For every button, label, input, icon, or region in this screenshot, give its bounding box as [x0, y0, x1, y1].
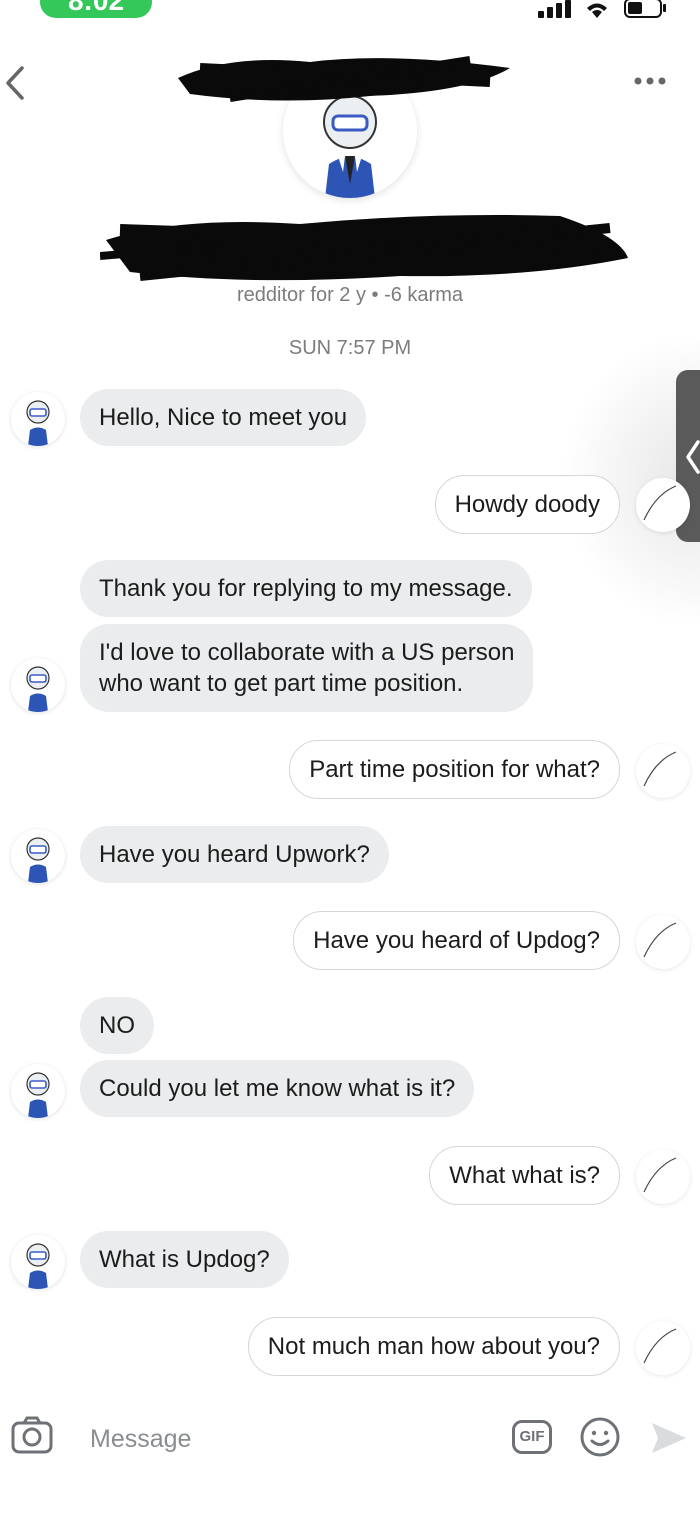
- read-receipt: [636, 1321, 690, 1375]
- more-options-button[interactable]: [630, 68, 670, 94]
- snoo-avatar-icon: [26, 1072, 50, 1118]
- redacted-display-name: [100, 215, 628, 281]
- sender-avatar[interactable]: [11, 392, 65, 446]
- message-bubble-outgoing[interactable]: Not much man how about you?: [247, 1317, 620, 1376]
- message-bubble-incoming[interactable]: I'd love to collaborate with a US person…: [80, 624, 534, 712]
- read-receipt: [636, 744, 690, 798]
- snoo-avatar-icon: [26, 1243, 50, 1289]
- message-bubble-incoming[interactable]: Could you let me know what is it?: [80, 1060, 475, 1117]
- signal-icon: [538, 0, 571, 18]
- sender-avatar[interactable]: [11, 1235, 65, 1289]
- status-time: 8:02: [40, 0, 152, 18]
- message-bubble-incoming[interactable]: Thank you for replying to my message.: [80, 560, 532, 617]
- message-bubble-outgoing[interactable]: Part time position for what?: [289, 740, 620, 799]
- read-receipt: [636, 1150, 690, 1204]
- message-bubble-incoming[interactable]: Hello, Nice to meet you: [80, 389, 367, 446]
- message-bubble-outgoing[interactable]: Have you heard of Updog?: [293, 911, 620, 970]
- chevron-left-icon: [686, 440, 700, 474]
- redacted-username: [178, 56, 510, 102]
- read-receipt: [636, 478, 690, 532]
- sender-avatar[interactable]: [11, 658, 65, 712]
- battery-icon: [624, 0, 666, 18]
- message-bubble-incoming[interactable]: What is Updog?: [80, 1231, 289, 1288]
- snoo-avatar-icon: [26, 400, 50, 446]
- message-bubble-outgoing[interactable]: What what is?: [429, 1146, 620, 1205]
- wifi-icon: [587, 3, 607, 18]
- sender-avatar[interactable]: [11, 829, 65, 883]
- read-receipt-icon: [643, 751, 677, 787]
- message-bubble-incoming[interactable]: NO: [80, 997, 154, 1054]
- gif-button[interactable]: GIF: [512, 1420, 552, 1454]
- sender-avatar[interactable]: [11, 1064, 65, 1118]
- snoo-avatar-icon: [26, 837, 50, 883]
- message-bubble-outgoing[interactable]: Howdy doody: [434, 475, 620, 534]
- message-input[interactable]: [88, 1418, 472, 1460]
- read-receipt-icon: [643, 1157, 677, 1193]
- read-receipt-icon: [643, 485, 677, 521]
- snoo-avatar-icon: [26, 666, 50, 712]
- profile-meta: redditor for 2 y • -6 karma: [237, 284, 463, 306]
- message-bubble-incoming[interactable]: Have you heard Upwork?: [80, 826, 389, 883]
- read-receipt: [636, 915, 690, 969]
- back-button[interactable]: [0, 60, 40, 106]
- read-receipt-icon: [643, 1328, 677, 1364]
- read-receipt-icon: [643, 922, 677, 958]
- camera-icon[interactable]: [10, 1415, 54, 1455]
- smiley-icon[interactable]: [579, 1416, 621, 1458]
- send-icon[interactable]: [648, 1420, 688, 1456]
